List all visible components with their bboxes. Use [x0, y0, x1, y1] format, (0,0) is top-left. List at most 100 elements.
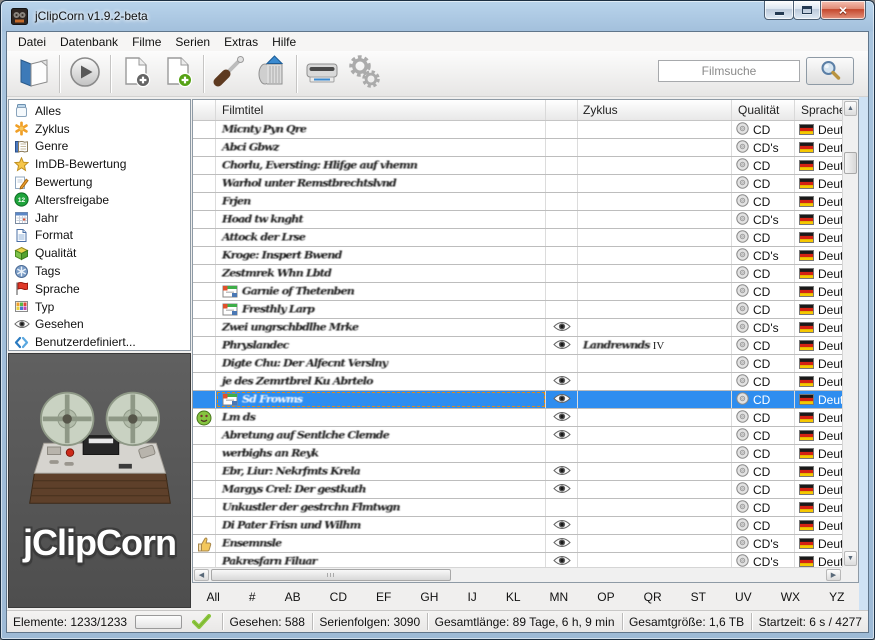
menu-item-serien[interactable]: Serien — [168, 33, 217, 51]
scroll-right-arrow[interactable]: ▶ — [826, 569, 841, 581]
vertical-scrollbar[interactable]: ▲ ▼ — [842, 100, 858, 567]
sidebar-item-jahr[interactable]: Jahr — [9, 209, 190, 227]
scroll-up-arrow[interactable]: ▲ — [844, 101, 857, 116]
delete-item-button[interactable] — [250, 53, 292, 95]
sidebar-item-tags[interactable]: Tags — [9, 262, 190, 280]
language-cell: Deutsch — [795, 463, 842, 480]
quality-label: CD — [753, 123, 770, 137]
movie-row[interactable]: je des Zemrtbrel Ku AbrteloCDDeutsch — [193, 373, 842, 391]
column-header-title[interactable]: Filmtitel — [216, 100, 546, 120]
scroll-down-arrow[interactable]: ▼ — [844, 551, 857, 566]
cd-icon — [736, 122, 749, 138]
movie-row[interactable]: Abci GbwzCD'sDeutsch — [193, 139, 842, 157]
horizontal-scrollbar[interactable]: ◀ ▶ — [193, 567, 842, 582]
sidebar-item-benutzerdefiniert[interactable]: Benutzerdefiniert... — [9, 333, 190, 351]
movie-row[interactable]: FrjenCDDeutsch — [193, 193, 842, 211]
sidebar-item-genre[interactable]: Genre — [9, 138, 190, 156]
search-button[interactable] — [806, 57, 854, 85]
menu-item-hilfe[interactable]: Hilfe — [265, 33, 303, 51]
language-cell: Deutsch — [795, 373, 842, 390]
sidebar-item-zyklus[interactable]: Zyklus — [9, 120, 190, 138]
close-button[interactable]: × — [820, 1, 866, 20]
movie-row[interactable]: Zestmrek Whn LbtdCDDeutsch — [193, 265, 842, 283]
movie-row[interactable]: Warhol unter RemstbrechtslvndCDDeutsch — [193, 175, 842, 193]
movie-row[interactable]: Zwei ungrschbdlhe MrkeCD'sDeutsch — [193, 319, 842, 337]
column-header-seen[interactable] — [546, 100, 578, 120]
sidebar-item-sprache[interactable]: Sprache — [9, 280, 190, 298]
marker-cell — [193, 391, 216, 408]
add-movie-button[interactable] — [115, 53, 157, 95]
sidebar-item-qualitat[interactable]: Qualität — [9, 244, 190, 262]
movie-row[interactable]: Abretung auf Sentlche ClemdeCDDeutsch — [193, 427, 842, 445]
menu-item-filme[interactable]: Filme — [125, 33, 168, 51]
alphabet-filter-all[interactable]: All — [202, 588, 225, 606]
alphabet-filter-st[interactable]: ST — [686, 588, 711, 606]
marker-cell — [193, 265, 216, 282]
play-movie-button[interactable] — [64, 53, 106, 95]
sidebar-item-altersfreigabe[interactable]: 12Altersfreigabe — [9, 191, 190, 209]
alphabet-filter-wx[interactable]: WX — [776, 588, 805, 606]
movie-row[interactable]: Lm dsCDDeutsch — [193, 409, 842, 427]
movie-row[interactable]: Chorlu, Eversting: Hlifge auf vhemnCDDeu… — [193, 157, 842, 175]
movie-row[interactable]: Margys Crel: Der gestkuthCDDeutsch — [193, 481, 842, 499]
column-header-zyklus[interactable]: Zyklus — [578, 100, 732, 120]
alphabet-filter-qr[interactable]: QR — [639, 588, 667, 606]
movie-row[interactable]: werbighs an ReykCDDeutsch — [193, 445, 842, 463]
alphabet-filter-ab[interactable]: AB — [280, 588, 306, 606]
add-movie-icon — [119, 55, 153, 92]
column-header-marker[interactable] — [193, 100, 216, 120]
zyklus-cell — [578, 427, 732, 444]
movie-row[interactable]: Garnie of ThetenbenCDDeutsch — [193, 283, 842, 301]
alphabet-filter-blank[interactable]: # — [244, 588, 261, 606]
sidebar-item-bewertung[interactable]: Bewertung — [9, 173, 190, 191]
movie-row[interactable]: PhryslandecLandrewndsIVCDDeutsch — [193, 337, 842, 355]
quality-cell: CD's — [732, 319, 795, 336]
export-device-button[interactable] — [301, 53, 343, 95]
zyklus-cell — [578, 283, 732, 300]
alphabet-filter-mn[interactable]: MN — [545, 588, 574, 606]
settings-gears-button[interactable] — [343, 53, 385, 95]
open-database-button[interactable] — [13, 53, 55, 95]
movie-row[interactable]: Fresthly LarpCDDeutsch — [193, 301, 842, 319]
alphabet-filter-ef[interactable]: EF — [371, 588, 396, 606]
scroll-left-arrow[interactable]: ◀ — [194, 569, 209, 581]
movie-row[interactable]: Unkustler der gestrchn FlmtwgnCDDeutsch — [193, 499, 842, 517]
movie-row[interactable]: Kroge: Inspert BwendCD'sDeutsch — [193, 247, 842, 265]
vertical-scroll-thumb[interactable] — [844, 152, 857, 174]
menu-item-datei[interactable]: Datei — [11, 33, 53, 51]
sidebar-item-alles[interactable]: Alles — [9, 102, 190, 120]
sidebar-item-typ[interactable]: Typ — [9, 298, 190, 316]
movie-row[interactable]: Digte Chu: Der Alfecnt VerslnyCDDeutsch — [193, 355, 842, 373]
movie-row[interactable]: Pakresfarn FiluarCD'sDeutsch — [193, 553, 842, 567]
alphabet-filter-yz[interactable]: YZ — [824, 588, 849, 606]
minimize-icon — [775, 12, 784, 15]
alphabet-filter-ij[interactable]: IJ — [462, 588, 481, 606]
menu-item-extras[interactable]: Extras — [217, 33, 265, 51]
minimize-button[interactable] — [764, 1, 794, 20]
language-cell: Deutsch — [795, 517, 842, 534]
alphabet-filter-cd[interactable]: CD — [325, 588, 352, 606]
movie-row[interactable]: Ebr, Liur: Nekrfmts KrelaCDDeutsch — [193, 463, 842, 481]
column-header-quality[interactable]: Qualität — [732, 100, 795, 120]
search-input[interactable] — [658, 60, 800, 82]
movie-row[interactable]: Hoad tw knghtCD'sDeutsch — [193, 211, 842, 229]
movie-row[interactable]: Di Pater Frisn und WilhmCDDeutsch — [193, 517, 842, 535]
alphabet-filter-op[interactable]: OP — [592, 588, 619, 606]
sidebar-item-gesehen[interactable]: Gesehen — [9, 316, 190, 334]
zyklus-cell — [578, 373, 732, 390]
alphabet-filter-kl[interactable]: KL — [501, 588, 526, 606]
movie-row[interactable]: Micnty Pyn QreCDDeutsch — [193, 121, 842, 139]
movie-row[interactable]: EnsemnsleCD'sDeutsch — [193, 535, 842, 553]
horizontal-scroll-thumb[interactable] — [211, 569, 451, 581]
movie-row-selected[interactable]: Sd FrowmsCDDeutsch — [193, 391, 842, 409]
alphabet-filter-uv[interactable]: UV — [730, 588, 757, 606]
column-header-language[interactable]: Sprache — [795, 100, 842, 120]
add-series-button[interactable] — [157, 53, 199, 95]
maximize-button[interactable] — [793, 1, 821, 20]
sidebar-item-format[interactable]: Format — [9, 227, 190, 245]
sidebar-item-imdb-bewertung[interactable]: ImDB-Bewertung — [9, 155, 190, 173]
edit-tools-button[interactable] — [208, 53, 250, 95]
movie-row[interactable]: Attock der LrseCDDeutsch — [193, 229, 842, 247]
alphabet-filter-gh[interactable]: GH — [415, 588, 443, 606]
menu-item-datenbank[interactable]: Datenbank — [53, 33, 125, 51]
